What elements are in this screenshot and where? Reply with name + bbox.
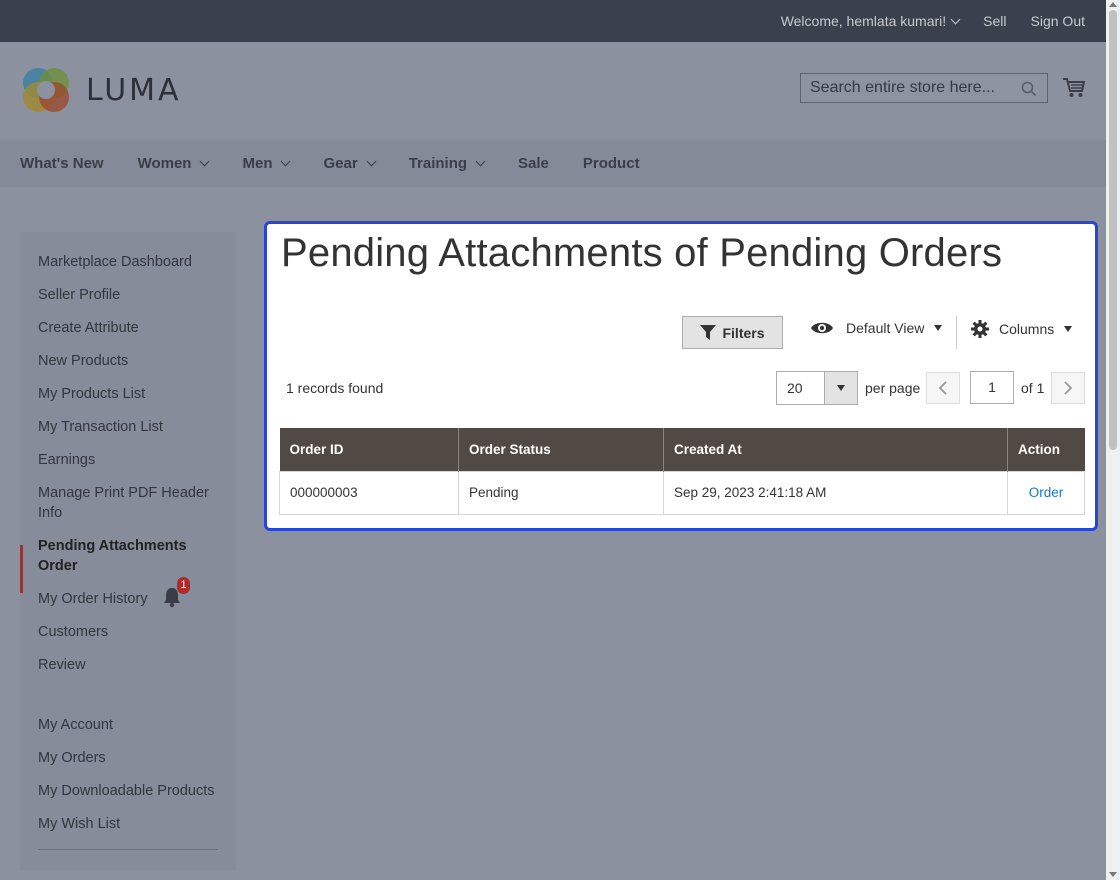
nav-item-gear[interactable]: Gear — [323, 155, 377, 172]
sidebar-item-my-order-history[interactable]: My Order History — [38, 589, 228, 609]
per-page-value: 20 — [787, 380, 803, 396]
page: Welcome, hemlata kumari! Sell Sign Out L… — [0, 0, 1106, 880]
order-link[interactable]: Order — [1029, 485, 1064, 500]
default-view-label: Default View — [846, 320, 925, 336]
sidebar-item-my-orders[interactable]: My Orders — [38, 748, 228, 768]
nav-label: Gear — [323, 155, 358, 172]
active-indicator — [20, 545, 23, 593]
page-scrollbar[interactable] — [1106, 0, 1120, 880]
sidebar-item-create-attribute[interactable]: Create Attribute — [38, 318, 228, 338]
page-total: of 1 — [1021, 380, 1045, 396]
search-box — [800, 73, 1048, 103]
scrollbar-thumb[interactable] — [1109, 10, 1117, 450]
sidebar-item-pending-attachments-order[interactable]: Pending Attachments Order — [38, 536, 228, 576]
columns-label: Columns — [999, 321, 1055, 337]
next-page-button[interactable] — [1051, 372, 1085, 404]
toolbar-separator — [956, 316, 957, 349]
eye-icon — [811, 322, 833, 334]
caret-down-icon — [1064, 326, 1073, 332]
gear-icon — [971, 320, 989, 338]
filters-button[interactable]: Filters — [682, 316, 783, 349]
nav-label: Women — [137, 155, 192, 172]
sell-link[interactable]: Sell — [983, 13, 1006, 29]
sidebar-item-my-downloadable-products[interactable]: My Downloadable Products — [38, 781, 228, 801]
default-view-dropdown[interactable]: Default View — [810, 320, 943, 336]
notification-badge: 1 — [177, 577, 190, 594]
nav-item-training[interactable]: Training — [408, 155, 486, 172]
account-sidebar: Marketplace Dashboard Seller Profile Cre… — [20, 232, 236, 870]
header: LUMA — [0, 42, 1106, 140]
column-header-order-id[interactable]: Order ID — [279, 428, 459, 471]
per-page-select[interactable]: 20 — [776, 371, 858, 405]
top-links: Welcome, hemlata kumari! Sell Sign Out — [733, 0, 1085, 42]
caret-down-icon — [934, 325, 943, 331]
scroll-up-arrow-icon[interactable] — [1109, 2, 1117, 7]
cart-icon[interactable] — [1062, 77, 1086, 99]
cell-action: Order — [1007, 470, 1085, 515]
welcome-text: Welcome, hemlata kumari! — [780, 13, 947, 29]
search-icon[interactable] — [1021, 81, 1037, 97]
sidebar-item-new-products[interactable]: New Products — [38, 351, 228, 371]
pending-attachments-panel: Pending Attachments of Pending Orders Fi… — [264, 221, 1098, 531]
per-page-label: per page — [865, 380, 921, 396]
cell-order-status: Pending — [458, 470, 664, 515]
cell-order-id: 000000003 — [279, 470, 459, 515]
sidebar-item-manage-print-pdf-header-info[interactable]: Manage Print PDF Header Info — [38, 483, 228, 523]
per-page-dropdown-button[interactable] — [824, 372, 857, 404]
orders-table: Order ID Order Status Created At Action … — [279, 428, 1085, 515]
sidebar-item-my-account[interactable]: My Account — [38, 715, 228, 735]
column-header-order-status[interactable]: Order Status — [458, 428, 664, 471]
nav-label: Men — [242, 155, 273, 172]
sidebar-item-seller-profile[interactable]: Seller Profile — [38, 285, 228, 305]
nav-item-sale[interactable]: Sale — [518, 155, 549, 172]
nav-item-product[interactable]: Product — [583, 155, 640, 172]
page-title: Pending Attachments of Pending Orders — [281, 231, 1003, 275]
nav-item-women[interactable]: Women — [137, 155, 210, 172]
nav-label: Product — [582, 155, 640, 172]
top-bar: Welcome, hemlata kumari! Sell Sign Out — [0, 0, 1106, 42]
filters-label: Filters — [722, 324, 765, 341]
chevron-down-icon — [200, 156, 210, 167]
nav-label: What's New — [20, 155, 104, 172]
table-row: 000000003 Pending Sep 29, 2023 2:41:18 A… — [279, 470, 1085, 515]
column-header-action: Action — [1007, 428, 1085, 471]
sidebar-item-my-transaction-list[interactable]: My Transaction List — [38, 417, 228, 437]
search-input[interactable] — [801, 74, 1029, 102]
records-found: 1 records found — [286, 380, 384, 396]
sign-out-link[interactable]: Sign Out — [1031, 13, 1085, 29]
logo-text: LUMA — [86, 72, 182, 108]
chevron-down-icon — [950, 14, 961, 24]
main-navigation: What's New Women Men Gear Training Sale … — [0, 140, 1106, 187]
sidebar-item-review[interactable]: Review — [38, 655, 228, 675]
nav-item-men[interactable]: Men — [242, 155, 291, 172]
columns-dropdown[interactable]: Columns — [971, 320, 1073, 338]
chevron-right-icon — [1064, 381, 1073, 395]
column-header-created-at[interactable]: Created At — [663, 428, 1008, 471]
luma-logo[interactable]: LUMA — [20, 64, 182, 116]
sidebar-item-customers[interactable]: Customers — [38, 622, 228, 642]
cell-created-at: Sep 29, 2023 2:41:18 AM — [663, 470, 1008, 515]
sidebar-divider — [38, 849, 218, 850]
previous-page-button[interactable] — [926, 372, 960, 404]
chevron-left-icon — [938, 381, 947, 395]
page-number-input[interactable]: 1 — [970, 371, 1014, 404]
sidebar-item-my-wish-list[interactable]: My Wish List — [38, 814, 228, 834]
nav-label: Sale — [518, 155, 549, 172]
chevron-down-icon — [281, 156, 291, 167]
sidebar-item-marketplace-dashboard[interactable]: Marketplace Dashboard — [38, 252, 228, 272]
scroll-down-arrow-icon[interactable] — [1109, 872, 1117, 877]
luma-logo-icon — [23, 68, 69, 112]
nav-item-whats-new[interactable]: What's New — [20, 155, 104, 172]
filter-icon — [700, 325, 717, 340]
welcome-dropdown[interactable]: Welcome, hemlata kumari! — [757, 13, 961, 29]
caret-down-icon — [837, 385, 845, 391]
chevron-down-icon — [475, 156, 486, 167]
table-header-row: Order ID Order Status Created At Action — [279, 428, 1085, 471]
chevron-down-icon — [366, 156, 377, 167]
nav-label: Training — [408, 155, 468, 172]
sidebar-item-my-products-list[interactable]: My Products List — [38, 384, 228, 404]
sidebar-item-earnings[interactable]: Earnings — [38, 450, 228, 470]
